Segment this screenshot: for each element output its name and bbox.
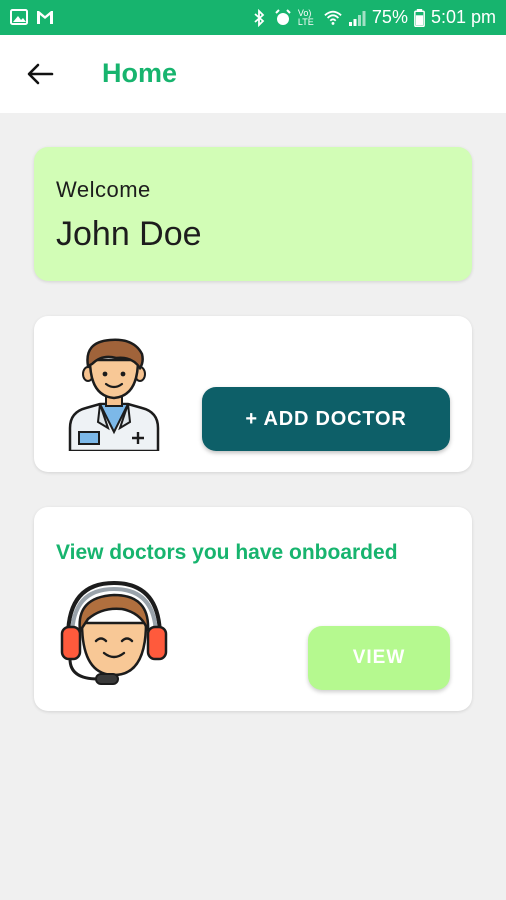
app-bar: Home <box>0 35 506 113</box>
onboarded-doctors-title: View doctors you have onboarded <box>56 541 398 564</box>
user-name: John Doe <box>56 215 202 253</box>
signal-icon <box>348 10 366 26</box>
alarm-icon <box>275 8 291 25</box>
image-icon <box>10 9 28 25</box>
status-time: 5:01 pm <box>430 7 496 27</box>
support-agent-icon <box>60 580 168 685</box>
onboarded-doctors-card: View doctors you have onboarded VIEW <box>34 507 472 711</box>
status-right: Vo) LTE 75% 5:01 pm <box>250 7 496 28</box>
status-left <box>10 8 54 26</box>
bluetooth-icon <box>254 8 265 27</box>
gmail-icon <box>37 11 53 24</box>
wifi-icon <box>324 10 342 25</box>
page-title: Home <box>102 58 178 88</box>
welcome-card: Welcome John Doe <box>34 147 472 281</box>
back-arrow-icon[interactable] <box>24 60 56 88</box>
battery-percent: 75% <box>371 7 408 27</box>
network-type-label: Vo) LTE <box>297 7 314 27</box>
doctor-icon <box>68 338 160 451</box>
welcome-label: Welcome <box>56 177 151 202</box>
add-doctor-button[interactable]: + ADD DOCTOR <box>202 387 450 451</box>
battery-icon <box>414 8 425 27</box>
add-doctor-card: + ADD DOCTOR <box>34 316 472 472</box>
view-button[interactable]: VIEW <box>308 626 450 690</box>
status-bar: Vo) LTE 75% 5:01 pm <box>0 0 506 35</box>
